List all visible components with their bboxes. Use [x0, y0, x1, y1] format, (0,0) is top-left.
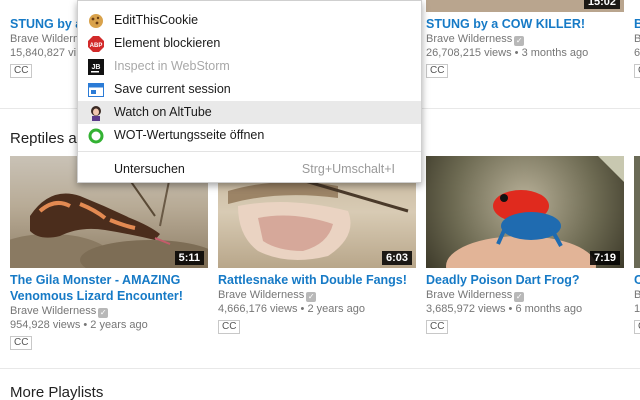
channel-name[interactable]: B	[634, 288, 640, 302]
cc-badge: CC	[426, 64, 449, 78]
cc-badge: CC	[10, 64, 33, 78]
video-meta: 4,666,176 views • 2 years ago	[218, 303, 365, 315]
cc-badge: CC	[218, 320, 241, 334]
video-meta: 1	[634, 303, 640, 315]
menu-separator	[78, 151, 421, 152]
menu-item-wot-wertungsseite[interactable]: WOT-Wertungsseite öffnen	[78, 124, 421, 147]
webstorm-icon: JB	[88, 59, 104, 75]
menu-item-label: WOT-Wertungsseite öffnen	[114, 128, 265, 142]
video-title[interactable]: B	[634, 16, 640, 32]
video-title[interactable]: Deadly Poison Dart Frog?	[426, 272, 624, 288]
channel-name[interactable]: Brave Wilderness ✓	[426, 32, 624, 46]
channel-name[interactable]: Brave Wilderness ✓	[218, 288, 416, 302]
video-card-rattlesnake[interactable]: Rattlesnake with Double Fangs! Brave Wil…	[218, 272, 416, 334]
video-thumbnail-top-2[interactable]: 15:02	[426, 0, 624, 12]
video-title-line-2[interactable]: Venomous Lizard Encounter!	[10, 288, 208, 304]
svg-text:ABP: ABP	[90, 43, 103, 49]
duration-badge: 6:03	[381, 251, 412, 265]
menu-item-save-current-session[interactable]: Save current session	[78, 78, 421, 101]
verified-icon: ✓	[98, 308, 109, 318]
session-icon	[88, 82, 104, 98]
menu-item-untersuchen[interactable]: Untersuchen Strg+Umschalt+I	[78, 158, 421, 181]
section-divider	[0, 368, 640, 369]
video-card-top-2[interactable]: STUNG by a COW KILLER! Brave Wilderness ✓…	[426, 16, 624, 78]
wot-icon	[88, 128, 104, 144]
video-thumbnail-poison-dart-frog[interactable]: 7:19	[426, 156, 624, 268]
cc-badge: C	[634, 64, 640, 78]
video-card-gila-monster[interactable]: The Gila Monster - AMAZING Venomous Liza…	[10, 272, 208, 350]
svg-text:JB: JB	[92, 64, 101, 71]
menu-item-label: Watch on AltTube	[114, 105, 212, 119]
cookie-icon	[88, 13, 104, 29]
menu-item-watch-on-alttube[interactable]: Watch on AltTube	[78, 101, 421, 124]
video-title[interactable]: STUNG by a COW KILLER!	[426, 16, 624, 32]
context-menu: EditThisCookie ABP Element blockieren JB…	[77, 0, 422, 183]
menu-item-label: Element blockieren	[114, 36, 221, 50]
video-meta: 6	[634, 47, 640, 59]
section-title-reptiles[interactable]: Reptiles a	[10, 130, 77, 147]
duration-badge: 15:02	[583, 0, 620, 9]
menu-item-label: Inspect in WebStorm	[114, 59, 230, 73]
menu-item-label: Save current session	[114, 82, 231, 96]
menu-item-label: EditThisCookie	[114, 13, 199, 27]
video-meta: 954,928 views • 2 years ago	[10, 319, 148, 331]
menu-item-label: Untersuchen	[114, 162, 185, 176]
video-thumbnail-4[interactable]	[634, 156, 640, 268]
video-card-poison-dart-frog[interactable]: Deadly Poison Dart Frog? Brave Wildernes…	[426, 272, 624, 334]
verified-icon: ✓	[514, 292, 525, 302]
adblock-icon: ABP	[88, 36, 104, 52]
menu-item-inspect-in-webstorm: JB Inspect in WebStorm	[78, 55, 421, 78]
verified-icon: ✓	[514, 36, 525, 46]
menu-item-editthiscookie[interactable]: EditThisCookie	[78, 9, 421, 32]
menu-item-element-blockieren[interactable]: ABP Element blockieren	[78, 32, 421, 55]
video-card-top-3[interactable]: B B 6 C	[634, 16, 640, 78]
cc-badge: CC	[10, 336, 33, 350]
channel-name[interactable]: Brave Wilderness ✓	[10, 304, 208, 318]
channel-name[interactable]: B	[634, 32, 640, 46]
video-title-line-1[interactable]: The Gila Monster - AMAZING	[10, 272, 208, 288]
cc-badge: CC	[426, 320, 449, 334]
video-card-4[interactable]: C B 1 C	[634, 272, 640, 334]
watch-later-corner-icon[interactable]	[598, 156, 624, 182]
verified-icon: ✓	[306, 292, 317, 302]
duration-badge: 7:19	[589, 251, 620, 265]
video-title[interactable]: C	[634, 272, 640, 288]
video-meta: 26,708,215 views • 3 months ago	[426, 47, 589, 59]
section-title-more-playlists[interactable]: More Playlists	[10, 384, 103, 400]
video-title[interactable]: Rattlesnake with Double Fangs!	[218, 272, 416, 288]
keyboard-shortcut: Strg+Umschalt+I	[301, 162, 395, 176]
alttube-icon	[88, 105, 104, 121]
channel-name[interactable]: Brave Wilderness ✓	[426, 288, 624, 302]
video-meta: 3,685,972 views • 6 months ago	[426, 303, 583, 315]
duration-badge: 5:11	[174, 251, 204, 265]
cc-badge: C	[634, 320, 640, 334]
